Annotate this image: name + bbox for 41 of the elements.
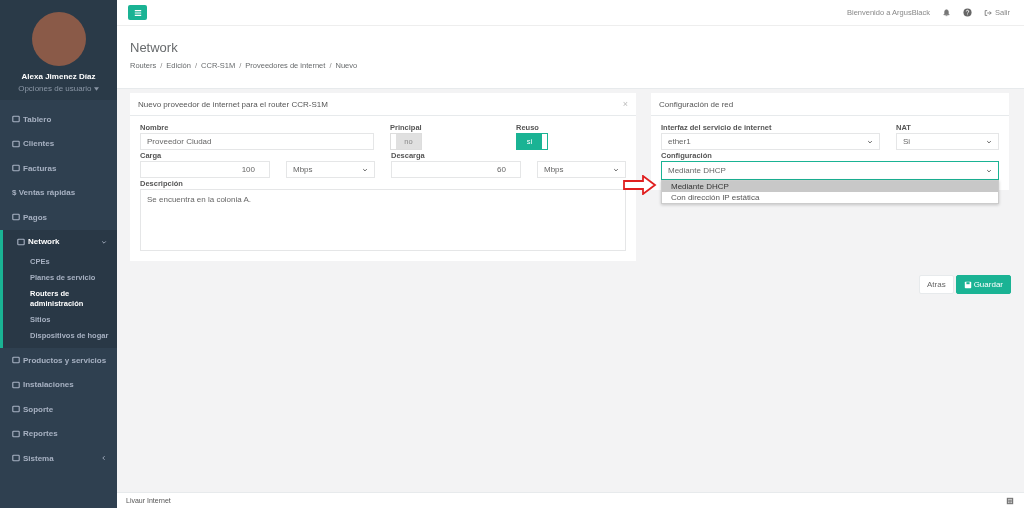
sidebar-item[interactable]: Productos y servicios (0, 348, 117, 373)
upload-field[interactable]: 100 (140, 161, 270, 178)
sidebar-item[interactable]: Facturas (0, 156, 117, 181)
unit-dropdown[interactable]: Mbps (537, 161, 626, 178)
interface-dropdown[interactable]: ether1 (661, 133, 880, 150)
chevron-icon (362, 166, 368, 173)
nat-dropdown[interactable]: Si (896, 133, 999, 150)
panel-title: Nuevo proveedor de internet para el router CCR-S1M (138, 99, 328, 109)
avatar-placeholder (31, 12, 86, 66)
help-icon[interactable] (963, 8, 972, 17)
name-field[interactable]: Proveedor Ciudad (140, 133, 374, 150)
calculator-icon[interactable] (1006, 496, 1014, 505)
user-name: Alexa Jimenez Díaz (21, 72, 96, 81)
page-title: Network (130, 40, 179, 55)
save-icon (963, 280, 972, 289)
configuration-dropdown[interactable]: Mediante DHCP (661, 161, 999, 180)
sidebar-item[interactable]: Sistema (0, 446, 117, 471)
bell-icon[interactable] (942, 8, 951, 17)
back-button[interactable]: Atras (918, 275, 954, 294)
sidebar-item[interactable]: Pagos (0, 205, 117, 230)
sidebar-item[interactable]: Soporte (0, 397, 117, 422)
unit-dropdown[interactable]: Mbps (286, 161, 375, 178)
sidebar-item[interactable]: Reportes (0, 421, 117, 446)
chevron-icon (986, 138, 992, 145)
chevron-icon (986, 167, 992, 174)
user-options-link[interactable]: Opciones de usuario (18, 84, 99, 93)
sidebar-item[interactable]: Clientes (0, 131, 117, 156)
caret-icon (93, 87, 99, 91)
chevron-icon (613, 166, 619, 173)
sidebar-item[interactable]: $ Ventas rápidas (0, 180, 117, 205)
panel-title: Configuración de red (659, 99, 734, 109)
sidebar-item[interactable]: Network (3, 229, 117, 254)
logout-icon (984, 8, 992, 17)
dropdown-option[interactable]: Mediante DHCP (662, 181, 998, 192)
description-field[interactable]: Se encuentra en la colonia A. (140, 189, 626, 251)
chevron-icon (867, 138, 873, 145)
menu-button[interactable] (128, 5, 147, 20)
sidebar-item[interactable]: Instalaciones (0, 372, 117, 397)
sidebar-item[interactable]: Tablero (0, 107, 117, 132)
download-field[interactable]: 60 (391, 161, 521, 178)
dropdown-option[interactable]: Con dirección IP estática (662, 192, 998, 203)
